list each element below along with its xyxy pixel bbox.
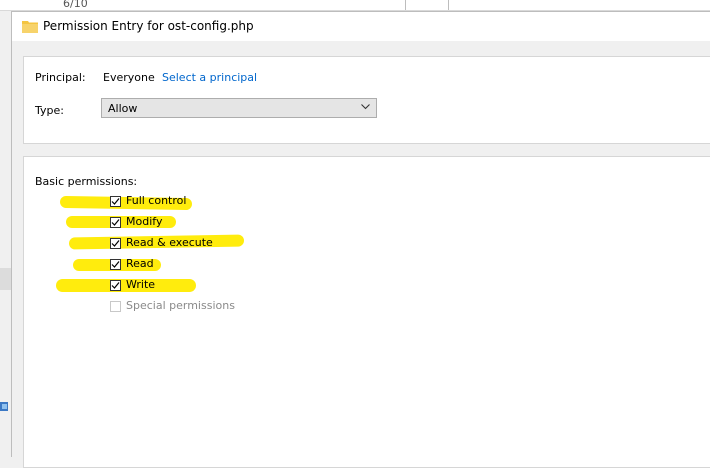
write-checkbox[interactable] — [110, 280, 121, 291]
dialog-title: Permission Entry for ost-config.php — [43, 19, 254, 33]
background-app-icon — [0, 402, 8, 411]
select-principal-link[interactable]: Select a principal — [162, 71, 257, 84]
principal-value: Everyone — [103, 71, 155, 84]
write-label: Write — [126, 278, 156, 291]
type-dropdown-value: Allow — [108, 102, 138, 115]
special-permissions-label: Special permissions — [126, 299, 235, 312]
read-checkbox[interactable] — [110, 259, 121, 270]
basic-permissions-section: Basic permissions: Full control Modify R… — [23, 156, 710, 468]
background-window-strip: 6/10 — [0, 0, 710, 11]
folder-icon — [22, 21, 38, 33]
modify-label: Modify — [126, 215, 163, 228]
principal-label: Principal: — [35, 71, 86, 84]
checkmark-icon — [111, 198, 120, 205]
title-bar[interactable]: Permission Entry for ost-config.php — [12, 12, 710, 41]
type-label: Type: — [35, 104, 64, 117]
checkmark-icon — [111, 282, 120, 289]
full-control-label: Full control — [126, 194, 187, 207]
read-execute-label: Read & execute — [126, 236, 213, 249]
read-execute-checkbox[interactable] — [110, 238, 121, 249]
chevron-down-icon — [361, 104, 370, 110]
principal-section: Principal: Everyone Select a principal T… — [23, 56, 710, 144]
type-dropdown[interactable]: Allow — [101, 98, 377, 118]
background-scrollbar — [0, 268, 11, 290]
full-control-checkbox[interactable] — [110, 196, 121, 207]
modify-checkbox[interactable] — [110, 217, 121, 228]
background-window-text: 6/10 — [63, 0, 88, 10]
background-divider — [448, 0, 449, 10]
background-divider — [405, 0, 406, 10]
checkmark-icon — [111, 240, 120, 247]
permission-entry-dialog: Permission Entry for ost-config.php Prin… — [11, 11, 710, 468]
basic-permissions-label: Basic permissions: — [35, 175, 138, 188]
checkmark-icon — [111, 261, 120, 268]
checkmark-icon — [111, 219, 120, 226]
read-label: Read — [126, 257, 154, 270]
special-permissions-checkbox — [110, 301, 121, 312]
